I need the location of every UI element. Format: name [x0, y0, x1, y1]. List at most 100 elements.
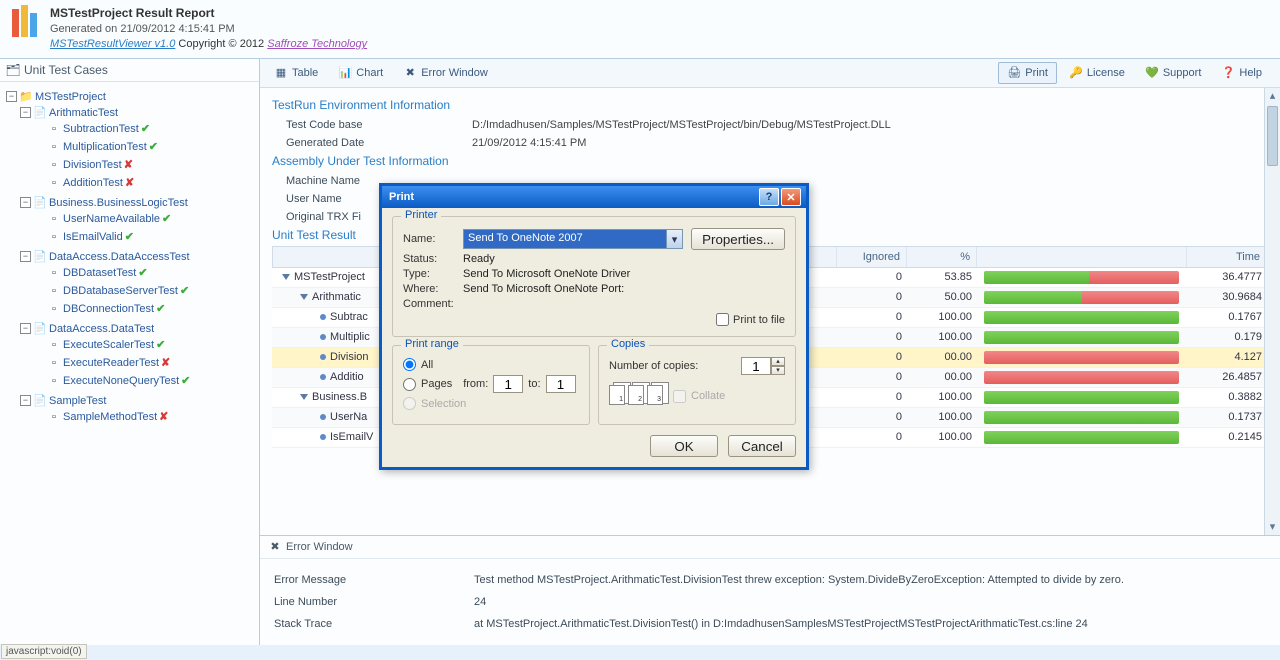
method-icon: ▫: [47, 230, 61, 244]
row-name: IsEmailV: [330, 431, 373, 443]
to-input[interactable]: [546, 375, 576, 393]
expand-icon[interactable]: [300, 394, 308, 400]
test-tree[interactable]: −📁MSTestProject −📄ArithmaticTest ▫Subtract…: [0, 82, 259, 645]
print-range-fieldset: Print range All Pages from: to: Selectio…: [392, 345, 590, 425]
spin-up-icon[interactable]: ▴: [771, 357, 785, 366]
error-icon: ✖: [268, 540, 282, 554]
print-dialog: Print ? ✕ Printer Name: Send To OneNote …: [379, 183, 809, 470]
properties-button[interactable]: Properties...: [691, 228, 785, 250]
from-input[interactable]: [493, 375, 523, 393]
vertical-scrollbar[interactable]: ▴ ▾: [1264, 88, 1280, 535]
tree-item[interactable]: ▫DivisionTest✘: [34, 158, 259, 172]
table-button[interactable]: ▦Table: [266, 63, 326, 83]
pass-icon: ✔: [141, 122, 150, 135]
bullet-icon: [320, 314, 326, 320]
tree-item[interactable]: ▫IsEmailValid✔: [34, 230, 259, 244]
printer-name-combo[interactable]: Send To OneNote 2007 ▾: [463, 229, 683, 249]
collapse-icon[interactable]: −: [20, 323, 31, 334]
scroll-thumb[interactable]: [1267, 106, 1278, 166]
chevron-down-icon[interactable]: ▾: [666, 230, 682, 248]
spin-down-icon[interactable]: ▾: [771, 366, 785, 375]
collapse-icon[interactable]: −: [6, 91, 17, 102]
all-radio[interactable]: [403, 358, 416, 371]
fail-icon: ✘: [161, 356, 170, 369]
printer-name-label: Name:: [403, 233, 463, 245]
tree-item[interactable]: ▫ExecuteScalerTest✔: [34, 338, 259, 352]
tree-item[interactable]: ▫ExecuteNoneQueryTest✔: [34, 374, 259, 388]
tree-item[interactable]: ▫AdditionTest✘: [34, 176, 259, 190]
tree-group[interactable]: −📄DataAccess.DataTest: [20, 322, 259, 336]
tree-item[interactable]: ▫DBConnectionTest✔: [34, 302, 259, 316]
bullet-icon: [320, 414, 326, 420]
tree-group[interactable]: −📄ArithmaticTest: [20, 106, 259, 120]
error-window-button[interactable]: ✖Error Window: [395, 63, 496, 83]
expand-icon[interactable]: [282, 274, 290, 280]
to-label: to:: [528, 378, 540, 390]
tree-item[interactable]: ▫SubtractionTest✔: [34, 122, 259, 136]
collapse-icon[interactable]: −: [20, 197, 31, 208]
type-label: Type:: [403, 268, 463, 280]
row-ignored: 0: [838, 428, 908, 447]
row-time: 0.179: [1188, 328, 1268, 347]
row-percent: 100.00: [908, 328, 978, 347]
collapse-icon[interactable]: −: [20, 251, 31, 262]
tree-root[interactable]: −📁MSTestProject: [6, 90, 259, 104]
tree-item[interactable]: ▫DBDatasetTest✔: [34, 266, 259, 280]
col-ignored[interactable]: Ignored: [837, 247, 907, 267]
pages-radio[interactable]: [403, 378, 416, 391]
collapse-icon[interactable]: −: [20, 107, 31, 118]
company-link[interactable]: Saffroze Technology: [267, 38, 367, 50]
dialog-close-button[interactable]: ✕: [781, 188, 801, 206]
print-button[interactable]: 🖨Print: [998, 62, 1057, 84]
pass-icon: ✔: [149, 140, 158, 153]
viewer-link[interactable]: MSTestResultViewer v1.0: [50, 38, 175, 50]
dialog-title: Print: [387, 191, 757, 203]
copies-fieldset: Copies Number of copies: ▴▾ 123 Collate: [598, 345, 796, 425]
tree-group[interactable]: −📄Business.BusinessLogicTest: [20, 196, 259, 210]
tree-group[interactable]: −📄DataAccess.DataAccessTest: [20, 250, 259, 264]
copies-input[interactable]: [741, 357, 771, 375]
col-time[interactable]: Time: [1187, 247, 1267, 267]
method-icon: ▫: [47, 122, 61, 136]
selection-radio: [403, 397, 416, 410]
expand-icon[interactable]: [300, 294, 308, 300]
row-time: 0.1737: [1188, 408, 1268, 427]
row-ignored: 0: [838, 328, 908, 347]
progress-bar: [984, 271, 1179, 284]
scroll-up-icon[interactable]: ▴: [1265, 88, 1280, 104]
row-ignored: 0: [838, 308, 908, 327]
license-button[interactable]: 🔑License: [1061, 63, 1133, 83]
row-name: Multiplic: [330, 331, 370, 343]
tree-item[interactable]: ▫UserNameAvailable✔: [34, 212, 259, 226]
dialog-titlebar[interactable]: Print ? ✕: [382, 186, 806, 208]
scroll-down-icon[interactable]: ▾: [1265, 519, 1280, 535]
tree-item[interactable]: ▫DBDatabaseServerTest✔: [34, 284, 259, 298]
tree-item[interactable]: ▫SampleMethodTest✘: [34, 410, 259, 424]
dialog-help-button[interactable]: ?: [759, 188, 779, 206]
support-button[interactable]: 💚Support: [1137, 63, 1210, 83]
help-button[interactable]: ❓Help: [1213, 63, 1270, 83]
printer-legend: Printer: [401, 209, 441, 221]
pass-icon: ✔: [181, 374, 190, 387]
collapse-icon[interactable]: −: [20, 395, 31, 406]
tree-group[interactable]: −📄SampleTest: [20, 394, 259, 408]
tree-item[interactable]: ▫MultiplicationTest✔: [34, 140, 259, 154]
row-ignored: 0: [838, 388, 908, 407]
method-icon: ▫: [47, 302, 61, 316]
err-trace-label: Stack Trace: [274, 618, 474, 630]
sidebar: 🗂 Unit Test Cases −📁MSTestProject−📄Arith…: [0, 59, 260, 645]
print-to-file-checkbox[interactable]: [716, 313, 729, 326]
col-percent[interactable]: %: [907, 247, 977, 267]
row-percent: 100.00: [908, 408, 978, 427]
class-icon: 📄: [33, 250, 47, 264]
chart-button[interactable]: 📊Chart: [330, 63, 391, 83]
method-icon: ▫: [47, 284, 61, 298]
tree-item[interactable]: ▫ExecuteReaderTest✘: [34, 356, 259, 370]
cancel-button[interactable]: Cancel: [728, 435, 796, 457]
pass-icon: ✔: [156, 338, 165, 351]
row-time: 30.9684: [1188, 288, 1268, 307]
copies-label: Number of copies:: [609, 360, 741, 372]
copies-legend: Copies: [607, 338, 649, 350]
print-icon: 🖨: [1007, 66, 1021, 80]
ok-button[interactable]: OK: [650, 435, 718, 457]
